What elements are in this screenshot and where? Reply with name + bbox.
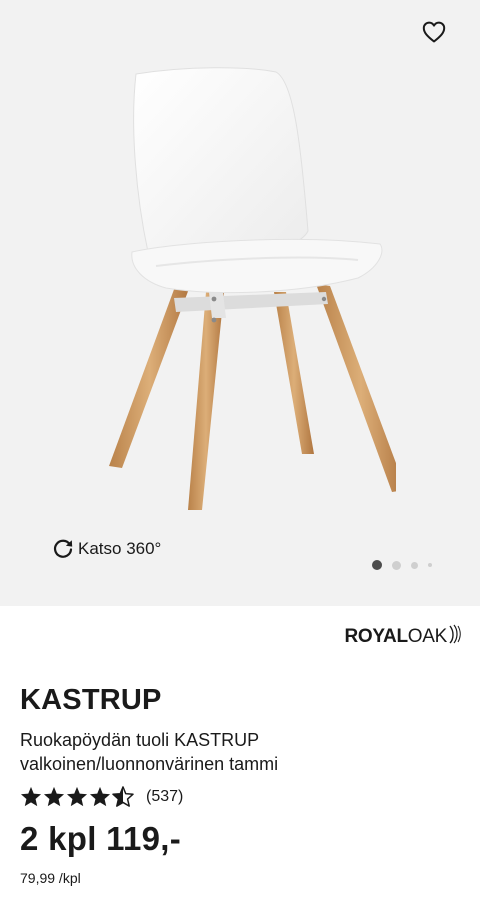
carousel-dot-3[interactable] (411, 561, 418, 569)
product-description: Ruokapöydän tuoli KASTRUP valkoinen/luon… (20, 728, 460, 776)
product-rating[interactable]: (537) (20, 786, 183, 807)
favorite-button[interactable] (418, 16, 450, 48)
brand-logo-royal: ROYAL (344, 626, 409, 647)
product-page: Katso 360° ROYAL OAK KASTRUP Ruokapöydän… (0, 0, 480, 906)
heart-outline-icon (422, 21, 446, 43)
brand-logo[interactable]: ROYAL OAK (344, 624, 463, 648)
review-count: (537) (146, 787, 184, 805)
star-half-icon (112, 786, 134, 807)
product-description-line2: valkoinen/luonnonvärinen tammi (20, 754, 279, 774)
chair-product-image (109, 67, 396, 510)
carousel-dot-1[interactable] (372, 560, 382, 570)
product-price: 2 kpl 119,- (20, 820, 182, 857)
brand-logo-oak: OAK (407, 626, 448, 647)
rotate-cw-icon (53, 539, 73, 558)
star-full-icon (20, 786, 42, 807)
star-full-icon (43, 786, 65, 807)
product-description-line1: Ruokapöydän tuoli KASTRUP (20, 730, 260, 750)
brand-wave-icon (449, 624, 461, 644)
product-image-carousel[interactable]: Katso 360° (0, 0, 480, 606)
star-full-icon (66, 786, 88, 807)
carousel-dot-4[interactable] (428, 563, 432, 567)
view-360-button[interactable]: Katso 360° (52, 538, 161, 560)
rating-stars (20, 786, 134, 807)
product-title: KASTRUP (20, 684, 162, 716)
view-360-label: Katso 360° (78, 539, 162, 558)
carousel-dot-2[interactable] (392, 560, 401, 570)
carousel-pagination (372, 560, 432, 570)
star-full-icon (89, 786, 111, 807)
unit-price: 79,99 /kpl (20, 870, 81, 886)
